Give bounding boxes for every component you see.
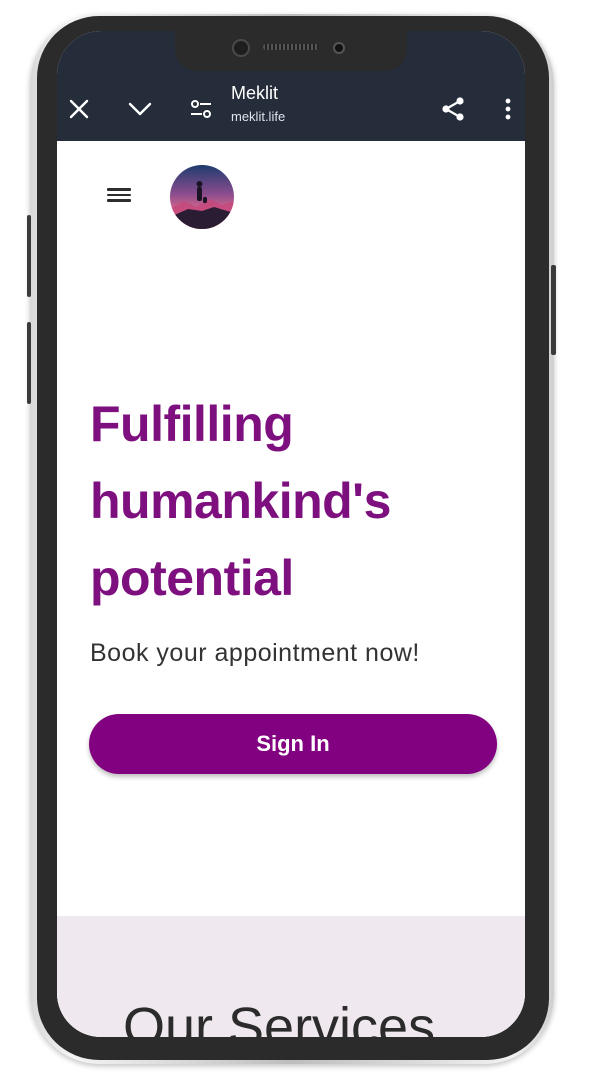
services-section: Our Services bbox=[57, 916, 525, 1037]
hero-title: Fulfilling humankind's potential bbox=[90, 386, 490, 617]
volume-up-button bbox=[27, 215, 31, 297]
proximity-sensor bbox=[333, 42, 345, 54]
close-icon[interactable] bbox=[65, 95, 93, 123]
site-logo-avatar[interactable] bbox=[170, 165, 234, 229]
hero-title-line: humankind's bbox=[90, 473, 391, 529]
volume-down-button bbox=[27, 322, 31, 404]
front-camera bbox=[232, 39, 250, 57]
page-title: Meklit bbox=[231, 83, 279, 103]
hero-title-line: Fulfilling bbox=[90, 396, 294, 452]
earpiece-speaker bbox=[263, 44, 319, 50]
services-heading: Our Services bbox=[123, 997, 436, 1037]
camera-notch bbox=[175, 31, 407, 71]
sign-in-button[interactable]: Sign In bbox=[89, 714, 497, 774]
hero-subtitle: Book your appointment now! bbox=[90, 639, 420, 667]
share-icon[interactable] bbox=[439, 95, 467, 123]
hero-title-line: potential bbox=[90, 550, 294, 606]
chevron-down-icon[interactable] bbox=[126, 95, 154, 123]
page-url[interactable]: meklit.life bbox=[231, 109, 285, 124]
hamburger-menu-icon[interactable] bbox=[105, 185, 133, 209]
web-page: Fulfilling humankind's potential Book yo… bbox=[57, 141, 525, 1037]
more-vert-icon[interactable] bbox=[494, 95, 522, 123]
phone-screen: Meklit meklit.life Fulfilling humankind'… bbox=[57, 31, 525, 1037]
tune-icon[interactable] bbox=[187, 95, 215, 123]
power-button bbox=[551, 265, 556, 355]
